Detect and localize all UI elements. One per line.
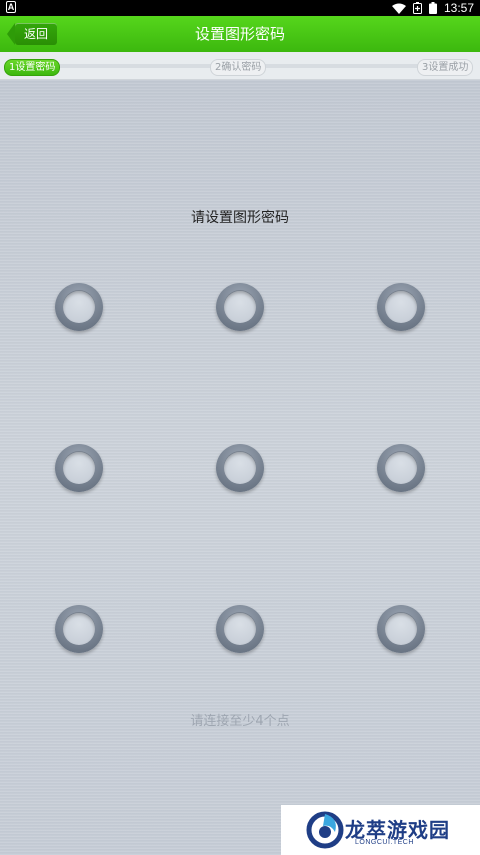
pattern-dot-4[interactable] bbox=[55, 444, 103, 492]
pattern-hint: 请连接至少4个点 bbox=[190, 714, 290, 729]
notification-icon: A bbox=[6, 1, 16, 13]
watermark: 龙萃游戏园 LONGCUI.TECH bbox=[281, 805, 480, 855]
wifi-icon bbox=[391, 3, 406, 14]
watermark-sub: LONGCUI.TECH bbox=[355, 839, 414, 846]
pattern-dot-3[interactable] bbox=[377, 283, 425, 331]
page-title: 设置图形密码 bbox=[194, 25, 285, 43]
title-bar: 设置图形密码 返回 bbox=[0, 16, 480, 52]
pattern-dot-2[interactable] bbox=[216, 283, 264, 331]
status-bar: A 13:57 bbox=[0, 0, 480, 16]
pattern-dot-6[interactable] bbox=[377, 444, 425, 492]
steps-progress: 1设置密码 2确认密码 3设置成功 bbox=[0, 52, 480, 80]
step-success: 3设置成功 bbox=[417, 59, 474, 76]
pattern-dot-5[interactable] bbox=[216, 444, 264, 492]
battery-saver-icon bbox=[412, 2, 422, 14]
longcui-logo-icon bbox=[306, 811, 344, 849]
pattern-dot-9[interactable] bbox=[377, 605, 425, 653]
status-time: 13:57 bbox=[443, 1, 474, 15]
back-button[interactable]: 返回 bbox=[7, 23, 57, 45]
step-set-password: 1设置密码 bbox=[4, 59, 61, 76]
pattern-dot-1[interactable] bbox=[55, 283, 103, 331]
pattern-dot-7[interactable] bbox=[55, 605, 103, 653]
step-confirm-password: 2确认密码 bbox=[210, 59, 267, 76]
status-icons: 13:57 bbox=[391, 0, 474, 16]
pattern-dot-8[interactable] bbox=[216, 605, 264, 653]
pattern-lock-panel[interactable]: 请设置图形密码 请连接至少4个点 bbox=[0, 80, 480, 855]
battery-icon bbox=[428, 2, 437, 14]
pattern-prompt: 请设置图形密码 bbox=[191, 210, 289, 226]
